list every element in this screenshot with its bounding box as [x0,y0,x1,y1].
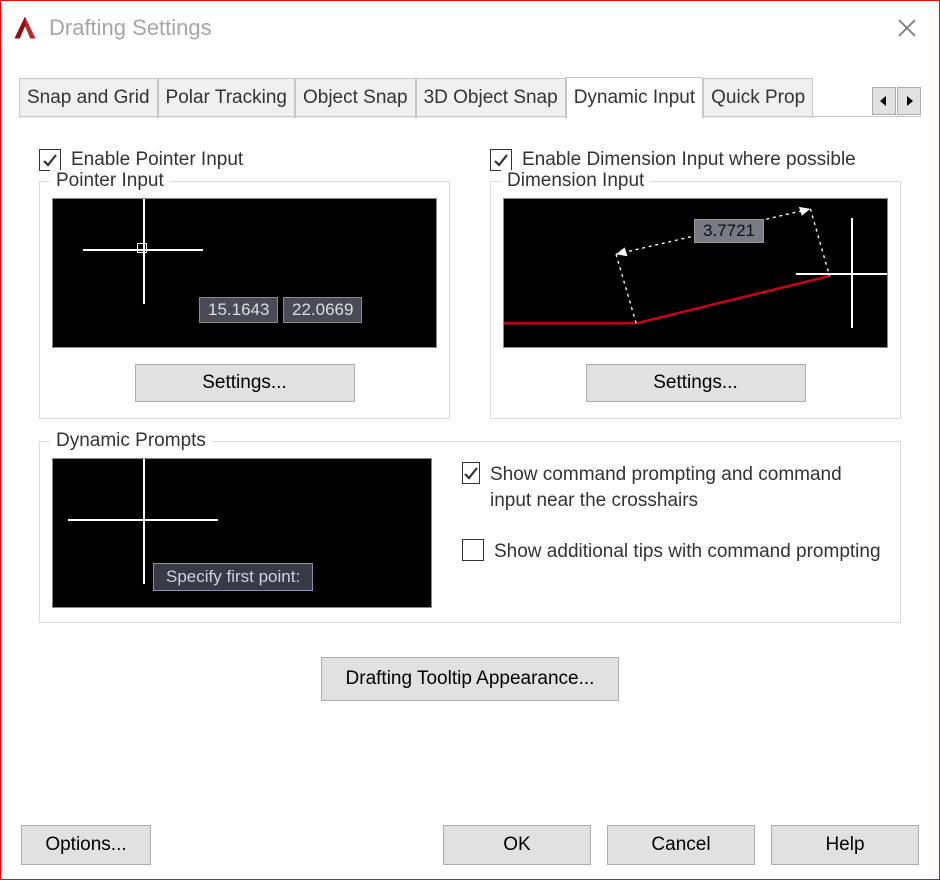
dimension-input-preview: 3.7721 [503,198,888,348]
show-additional-tips-label: Show additional tips with command prompt… [494,539,881,565]
tab-scroll [871,87,921,115]
show-command-prompting-label: Show command prompting and command input… [490,462,888,513]
show-additional-tips-checkbox[interactable]: Show additional tips with command prompt… [462,539,888,565]
dimension-value: 3.7721 [694,219,764,243]
tab-quick-properties[interactable]: Quick Prop [703,78,813,118]
dialog-title: Drafting Settings [49,15,212,41]
pointer-input-settings-button[interactable]: Settings... [135,364,355,402]
tab-3d-object-snap[interactable]: 3D Object Snap [416,78,566,118]
close-button[interactable] [885,6,929,50]
enable-dimension-input-label: Enable Dimension Input where possible [522,149,856,171]
dimension-input-settings-button[interactable]: Settings... [586,364,806,402]
pointer-input-preview: 15.1643 22.0669 [52,198,437,348]
titlebar: Drafting Settings [1,1,939,55]
dynamic-input-panel: Enable Pointer Input Pointer Input 15.16… [19,117,921,811]
autocad-logo-icon [11,14,39,42]
tab-object-snap[interactable]: Object Snap [295,78,416,118]
checkbox-icon [39,149,61,171]
tab-scroll-right[interactable] [897,87,921,115]
drafting-settings-dialog: Drafting Settings Snap and GridPolar Tra… [0,0,940,880]
tab-snap-and-grid[interactable]: Snap and Grid [19,78,158,118]
drafting-tooltip-appearance-button[interactable]: Drafting Tooltip Appearance... [321,657,620,701]
pointer-input-group: Pointer Input 15.1643 22.0669 Settings..… [39,181,450,419]
checkbox-icon [490,149,512,171]
show-command-prompting-checkbox[interactable]: Show command prompting and command input… [462,462,888,513]
cancel-button[interactable]: Cancel [607,825,755,865]
enable-dimension-input-checkbox[interactable]: Enable Dimension Input where possible [490,149,901,171]
tab-polar-tracking[interactable]: Polar Tracking [158,78,295,118]
tab-strip: Snap and GridPolar TrackingObject Snap3D… [19,77,921,117]
ok-button[interactable]: OK [443,825,591,865]
checkbox-icon [462,462,480,484]
help-button[interactable]: Help [771,825,919,865]
tab-dynamic-input[interactable]: Dynamic Input [566,77,703,119]
tab-scroll-left[interactable] [872,87,896,115]
dynamic-prompts-legend: Dynamic Prompts [50,430,212,452]
enable-pointer-input-label: Enable Pointer Input [71,149,243,171]
pointer-coord-y: 22.0669 [283,297,362,323]
enable-pointer-input-checkbox[interactable]: Enable Pointer Input [39,149,450,171]
dimension-input-group: Dimension Input 3.7721 [490,181,901,419]
dialog-button-bar: Options... OK Cancel Help [1,811,939,879]
checkbox-icon [462,539,484,561]
dynamic-prompts-preview: Specify first point: [52,458,432,608]
pointer-input-legend: Pointer Input [50,170,170,192]
dimension-input-legend: Dimension Input [501,170,650,192]
options-button[interactable]: Options... [21,825,151,865]
dynamic-prompts-group: Dynamic Prompts Specify first point: Sho… [39,441,901,623]
pointer-coord-x: 15.1643 [199,297,278,323]
prompt-text: Specify first point: [153,563,313,591]
